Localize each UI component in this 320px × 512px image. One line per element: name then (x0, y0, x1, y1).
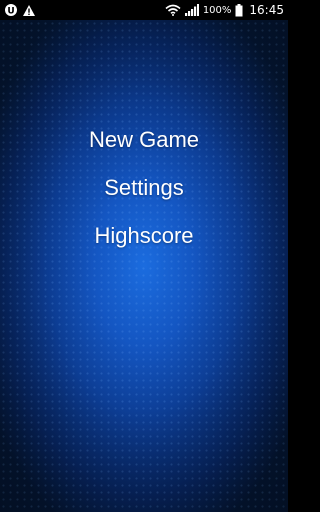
status-clock: 16:45 (249, 3, 284, 17)
new-game-button[interactable]: New Game (89, 116, 199, 164)
app-screen: U 100% 16:45 New Game Settings Highscore (0, 0, 288, 512)
menu-background (0, 20, 288, 512)
highscore-button[interactable]: Highscore (94, 212, 193, 260)
main-menu: New Game Settings Highscore (0, 116, 288, 260)
app-notification-icon: U (4, 3, 18, 17)
warning-icon (22, 4, 36, 17)
svg-text:U: U (7, 7, 14, 17)
signal-icon (184, 4, 199, 16)
battery-icon (235, 3, 243, 17)
settings-button[interactable]: Settings (104, 164, 184, 212)
status-bar-right: 100% 16:45 (165, 3, 284, 17)
wifi-icon (165, 4, 181, 16)
status-bar: U 100% 16:45 (0, 0, 288, 20)
battery-percentage: 100% (202, 4, 232, 16)
status-bar-left: U (4, 3, 36, 17)
